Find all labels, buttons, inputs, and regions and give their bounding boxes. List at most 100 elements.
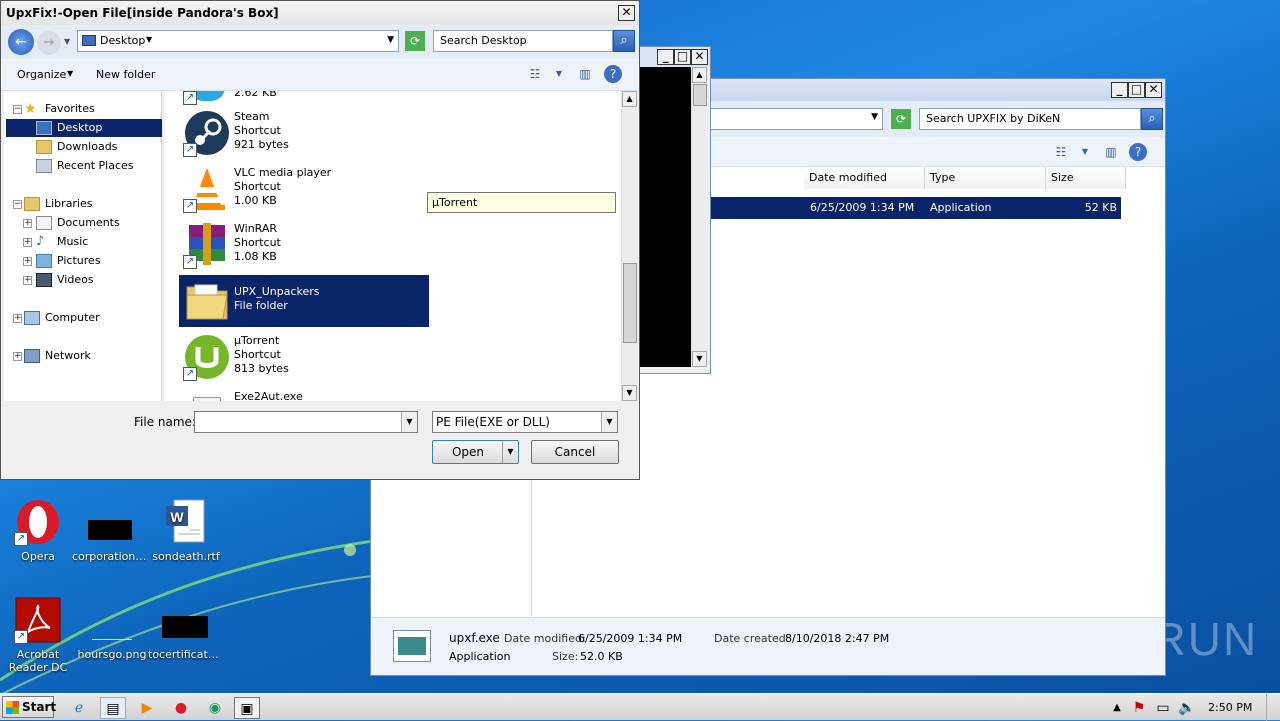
list-item[interactable]: ↗ Steam Shortcut 921 bytes — [179, 107, 429, 159]
shortcut-arrow-icon: ↗ — [183, 143, 197, 157]
filename-input[interactable]: ▼ — [194, 411, 418, 433]
column-header-size[interactable]: Size — [1046, 167, 1126, 189]
scroll-down-icon[interactable]: ▼ — [692, 351, 707, 367]
scroll-up-icon[interactable]: ▲ — [692, 67, 707, 83]
search-icon[interactable]: ⌕ — [1141, 108, 1163, 130]
cancel-button[interactable]: Cancel — [531, 440, 619, 464]
help-icon[interactable]: ? — [1129, 143, 1147, 161]
console-scrollbar[interactable]: ▲ ▼ — [691, 67, 708, 367]
chevron-down-icon[interactable]: ▼ — [871, 112, 878, 122]
list-item-selected[interactable]: UPX_Unpackers File folder — [179, 275, 429, 327]
desktop-icon-tocertificate[interactable]: tocertificate... — [148, 596, 224, 661]
tooltip: µTorrent — [427, 192, 616, 213]
collapse-icon[interactable]: − — [13, 200, 22, 209]
maximize-button[interactable]: □ — [1128, 82, 1145, 98]
open-button[interactable]: Open ▼ — [432, 440, 519, 464]
nav-computer[interactable]: Computer — [24, 309, 154, 327]
expand-icon[interactable]: + — [23, 257, 32, 266]
desktop-icon-corporation[interactable]: corporationf... — [72, 498, 148, 563]
nav-libraries[interactable]: Libraries — [24, 195, 154, 213]
search-input[interactable]: Search UPXFIX by DiKeN — [919, 108, 1141, 130]
expand-icon[interactable]: + — [23, 238, 32, 247]
address-bar[interactable]: Desktop ▼ ▼ — [77, 30, 399, 52]
desktop-icon-label: sondeath.rtf — [152, 550, 220, 563]
expand-icon[interactable]: + — [23, 276, 32, 285]
nav-desktop[interactable]: Desktop — [6, 119, 162, 137]
volume-icon[interactable]: 🔈 — [1174, 697, 1200, 719]
expand-icon[interactable]: + — [13, 352, 22, 361]
show-desktop-button[interactable] — [1266, 694, 1280, 721]
breadcrumb-chevron-icon[interactable]: ▼ — [146, 35, 152, 44]
new-folder-button[interactable]: New folder — [96, 68, 155, 81]
refresh-icon[interactable]: ⟳ — [891, 109, 911, 129]
collapse-icon[interactable]: − — [13, 105, 22, 114]
scroll-thumb[interactable] — [623, 263, 637, 343]
nav-network[interactable]: Network — [24, 347, 154, 365]
nav-downloads[interactable]: Downloads — [36, 138, 156, 156]
file-type-filter[interactable]: PE File(EXE or DLL) ▼ — [432, 411, 618, 433]
views-icon[interactable]: ☷ — [1051, 143, 1071, 161]
upxfix-app-icon[interactable]: ▣ — [234, 697, 260, 719]
chevron-down-icon[interactable]: ▼ — [1075, 143, 1095, 161]
desktop-icon-hoursgo[interactable]: hoursgo.png — [74, 596, 150, 661]
nav-documents[interactable]: Documents — [36, 214, 156, 232]
history-chevron-icon[interactable]: ▼ — [64, 37, 70, 46]
opera-taskbar-icon[interactable]: ● — [168, 697, 194, 719]
table-row[interactable]: 6/25/2009 1:34 PM Application 52 KB — [711, 197, 1121, 219]
chrome-icon[interactable]: ◉ — [202, 697, 228, 719]
close-button[interactable]: ✕ — [691, 49, 708, 65]
taskbar: Start ℯ ▤ ▶ ● ◉ ▣ ▲ ⚑ ▭ 🔈 2:50 PM — [0, 693, 1280, 721]
list-item[interactable]: ↗ VLC media player Shortcut 1.00 KB — [179, 163, 429, 215]
expand-icon[interactable]: + — [23, 219, 32, 228]
scroll-up-icon[interactable]: ▲ — [622, 91, 637, 107]
clock[interactable]: 2:50 PM — [1208, 701, 1252, 714]
forward-button[interactable]: → — [37, 31, 61, 55]
battery-icon[interactable]: ▭ — [1150, 697, 1176, 719]
desktop-icon-opera[interactable]: ↗ Opera — [0, 498, 76, 563]
nav-pictures[interactable]: Pictures — [36, 252, 156, 270]
list-item[interactable]: Exe2Aut.exe — [179, 387, 429, 401]
preview-pane-icon[interactable]: ▥ — [575, 65, 595, 83]
column-header-date[interactable]: Date modified — [804, 167, 925, 189]
nav-music[interactable]: ♪ Music — [36, 233, 156, 251]
scroll-down-icon[interactable]: ▼ — [622, 385, 637, 401]
preview-pane-icon[interactable]: ▥ — [1101, 143, 1121, 161]
column-header-type[interactable]: Type — [925, 167, 1046, 189]
list-item[interactable]: ↗ WinRAR Shortcut 1.08 KB — [179, 219, 429, 271]
chevron-down-icon[interactable]: ▼ — [387, 35, 394, 45]
start-button[interactable]: Start — [2, 696, 56, 718]
search-icon[interactable]: ⌕ — [613, 30, 635, 52]
media-player-icon[interactable]: ▶ — [134, 697, 160, 719]
utorrent-icon: ↗ — [183, 333, 231, 381]
back-button[interactable]: ← — [8, 29, 34, 55]
close-button[interactable]: ✕ — [1145, 82, 1162, 98]
nav-favorites[interactable]: ★ Favorites — [24, 100, 154, 118]
minimize-button[interactable]: _ — [657, 49, 674, 65]
internet-explorer-icon[interactable]: ℯ — [66, 697, 92, 719]
close-button[interactable]: ✕ — [618, 5, 635, 21]
file-explorer-icon[interactable]: ▤ — [100, 697, 126, 719]
action-center-icon[interactable]: ⚑ — [1126, 697, 1152, 719]
list-item[interactable]: ↗ µTorrent Shortcut 813 bytes — [179, 331, 429, 383]
list-item[interactable]: ↗ 2.62 KB — [179, 91, 429, 107]
search-input[interactable]: Search Desktop — [433, 30, 613, 52]
desktop-icon-acrobat[interactable]: ↗ Acrobat Reader DC — [0, 596, 76, 674]
help-icon[interactable]: ? — [604, 65, 622, 83]
refresh-icon[interactable]: ⟳ — [405, 31, 425, 51]
chevron-down-icon[interactable]: ▼ — [502, 441, 518, 463]
chevron-down-icon[interactable]: ▼ — [549, 65, 569, 83]
desktop-icon-sondeath[interactable]: W sondeath.rtf — [148, 498, 224, 563]
file-list-scrollbar[interactable]: ▲ ▼ — [621, 91, 638, 401]
maximize-button[interactable]: □ — [674, 49, 691, 65]
organize-button[interactable]: Organize — [17, 68, 66, 81]
chevron-down-icon[interactable]: ▼ — [401, 412, 417, 432]
minimize-button[interactable]: _ — [1111, 82, 1128, 98]
chevron-down-icon[interactable]: ▼ — [601, 412, 617, 432]
nav-videos[interactable]: Videos — [36, 271, 156, 289]
views-icon[interactable]: ☷ — [525, 65, 545, 83]
nav-recent-places[interactable]: Recent Places — [36, 157, 160, 175]
scroll-thumb[interactable] — [693, 84, 707, 106]
exe-file-icon — [183, 389, 231, 401]
expand-icon[interactable]: + — [13, 314, 22, 323]
chevron-down-icon[interactable]: ▼ — [67, 69, 73, 78]
